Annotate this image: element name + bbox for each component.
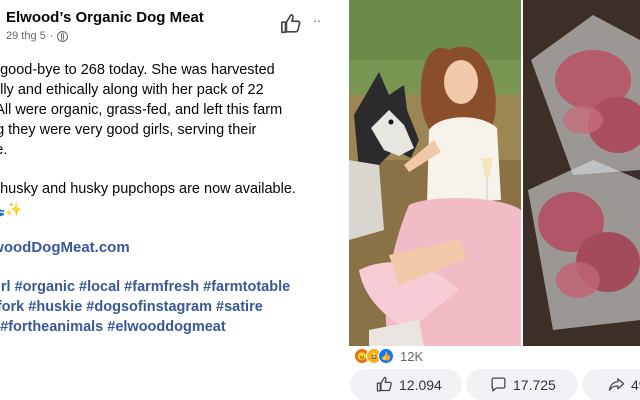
more-options-button[interactable]: ·· xyxy=(313,12,321,28)
thumbs-up-icon xyxy=(376,376,392,392)
share-count: 49 xyxy=(631,376,640,393)
comment-icon xyxy=(491,377,506,392)
photo-meat-packages[interactable] xyxy=(523,0,640,346)
like-button[interactable]: 12.094 xyxy=(350,369,462,400)
hashtag-line[interactable]: girl #organic #local #farmfresh #farmtot… xyxy=(0,277,345,297)
meat-packages-illustration xyxy=(523,0,640,346)
post-line: . All were organic, grass-fed, and left … xyxy=(0,102,283,118)
like-icon: 👍 xyxy=(378,348,394,364)
reaction-count: 12K xyxy=(400,348,424,364)
reaction-summary[interactable]: 😠 😆 👍 12K xyxy=(354,346,423,366)
post-line: d husky and husky pupchops are now avail… xyxy=(0,181,296,197)
hashtag-line[interactable]: s #fortheanimals #elwooddogmeat xyxy=(0,317,345,337)
share-button[interactable]: 49 xyxy=(582,369,640,400)
post-header: Elwood’s Organic Dog Meat 29 thg 5 · ·· xyxy=(0,0,345,48)
post-date[interactable]: 29 thg 5 xyxy=(6,30,46,42)
website-link[interactable]: lwoodDogMeat.com xyxy=(0,238,345,258)
post-meta: 29 thg 5 · xyxy=(6,30,69,42)
post-line: d good-bye to 268 today. She was harvest… xyxy=(0,62,275,78)
comment-button[interactable]: 17.725 xyxy=(466,369,578,400)
share-icon xyxy=(608,378,625,391)
post-text: d good-bye to 268 today. She was harvest… xyxy=(0,60,345,337)
action-bar: 12.094 17.725 49 xyxy=(350,367,640,400)
page-name[interactable]: Elwood’s Organic Dog Meat xyxy=(6,9,204,26)
post-line: se. xyxy=(0,142,8,158)
post-media xyxy=(349,0,640,346)
hashtag-line[interactable]: ofork #huskie #dogsofinstagram #satire xyxy=(0,297,345,317)
globe-icon xyxy=(57,30,69,42)
meta-separator: · xyxy=(49,30,54,42)
like-page-icon[interactable] xyxy=(280,13,302,35)
post-panel: Elwood’s Organic Dog Meat 29 thg 5 · ·· … xyxy=(0,0,345,400)
comment-count: 17.725 xyxy=(513,376,556,393)
woman-husky-illustration xyxy=(349,0,521,346)
photo-woman-husky[interactable] xyxy=(349,0,521,346)
post-line: fully and ethically along with her pack … xyxy=(0,82,264,98)
post-line: ng they were very good girls, serving th… xyxy=(0,122,257,138)
like-count: 12.094 xyxy=(399,376,442,393)
paw-sparkle-emoji: 🐾✨ xyxy=(0,201,23,217)
